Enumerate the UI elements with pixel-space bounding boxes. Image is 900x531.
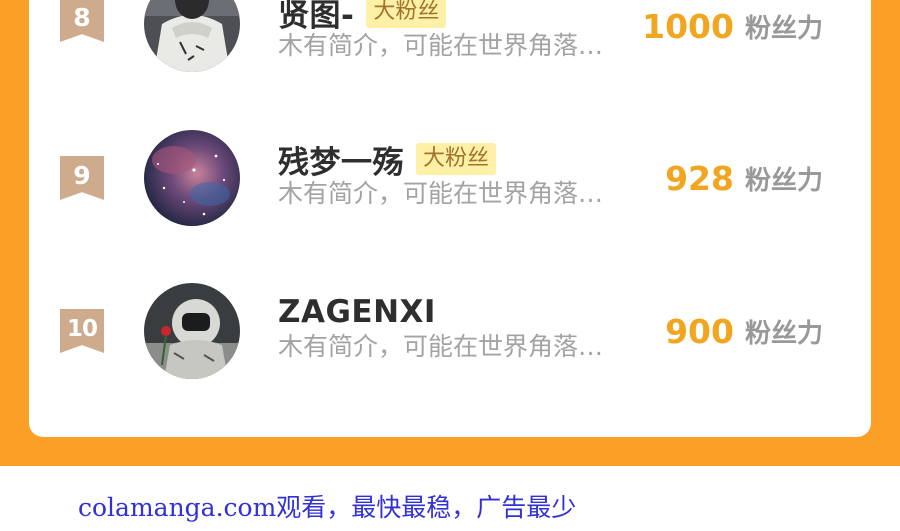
avatar[interactable] [144,0,240,72]
rank-badge: 9 [60,156,104,200]
fan-power: 928 粉丝力 [665,158,823,198]
galaxy-nebula-avatar-icon [144,130,240,226]
user-bio: 木有简介，可能在世界角落… [278,332,604,361]
user-name-line: 贤图- 大粉丝 [278,0,447,34]
leaderboard-frame: 8 贤图- 大粉丝 木有简介，可能在世界角落… 1000 粉丝力 9 残梦一殇 … [0,0,900,466]
leaderboard-row[interactable]: 10 ZAGENXI 木有简介，可能在世界角落… 900 粉丝力 [29,283,871,383]
fan-power-value: 1000 [642,6,734,46]
fan-power: 1000 粉丝力 [642,6,823,46]
site-watermark-text: colamanga.com观看，最快最稳，广告最少 [78,493,577,522]
fan-power: 900 粉丝力 [665,311,823,351]
fan-level-badge: 大粉丝 [416,143,497,175]
fan-power-value: 900 [665,311,734,351]
user-bio: 木有简介，可能在世界角落… [278,179,604,208]
user-name[interactable]: ZAGENXI [278,294,436,330]
fan-power-value: 928 [665,158,734,198]
fan-level-badge: 大粉丝 [366,0,447,28]
astronaut-with-rose-avatar-icon [144,283,240,379]
user-bio: 木有简介，可能在世界角落… [278,31,604,60]
user-name[interactable]: 残梦一殇 [278,137,404,182]
leaderboard-row[interactable]: 9 残梦一殇 大粉丝 木有简介，可能在世界角落… 928 粉丝力 [29,130,871,230]
rank-badge: 8 [60,0,104,42]
leaderboard-card: 8 贤图- 大粉丝 木有简介，可能在世界角落… 1000 粉丝力 9 残梦一殇 … [29,0,871,437]
person-in-white-hoodie-avatar-icon [144,0,240,72]
user-name-line: 残梦一殇 大粉丝 [278,137,497,182]
user-name-line: ZAGENXI [278,292,436,332]
fan-power-unit: 粉丝力 [744,165,823,196]
avatar[interactable] [144,283,240,379]
fan-power-unit: 粉丝力 [744,13,823,44]
rank-badge: 10 [60,309,104,353]
leaderboard-row[interactable]: 8 贤图- 大粉丝 木有简介，可能在世界角落… 1000 粉丝力 [29,0,871,80]
fan-power-unit: 粉丝力 [744,318,823,349]
avatar[interactable] [144,130,240,226]
